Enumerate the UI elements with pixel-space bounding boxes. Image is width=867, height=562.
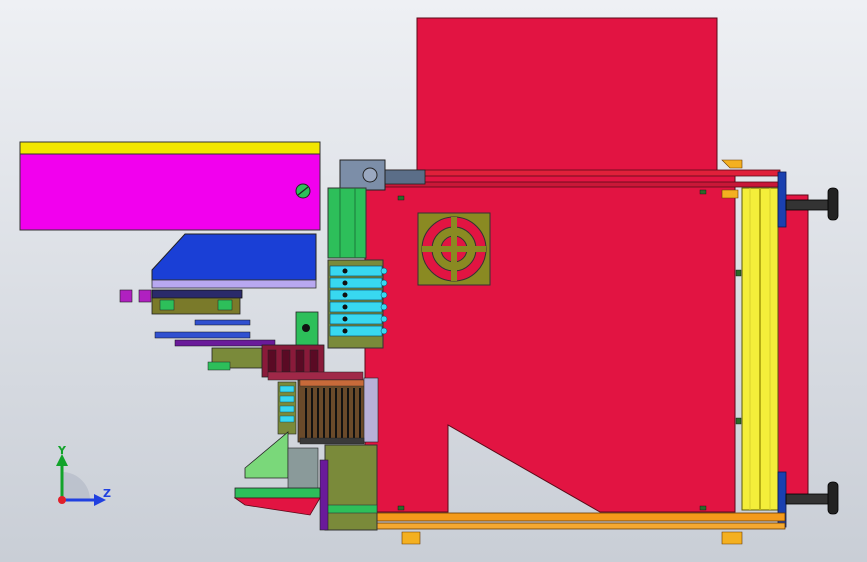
bottom-rail[interactable] <box>364 512 786 522</box>
cylinder-cap-icon <box>362 167 378 183</box>
vertical-column-upper[interactable] <box>327 187 367 259</box>
foot-bracket-top[interactable] <box>777 171 787 228</box>
triad-y-label: Y <box>57 444 67 457</box>
leveling-knob-top[interactable] <box>827 187 839 221</box>
ramp-plate[interactable] <box>151 289 243 299</box>
hopper-lid[interactable] <box>19 141 321 155</box>
coordinate-triad-icon <box>56 454 106 506</box>
fan-icon <box>417 212 491 286</box>
clamp-block-1[interactable] <box>119 289 133 303</box>
leveling-knob-bottom[interactable] <box>827 481 839 515</box>
gripper-assembly[interactable] <box>261 344 364 381</box>
base-wedge[interactable] <box>233 497 321 516</box>
valve-bank[interactable] <box>327 259 388 349</box>
discharge-chute[interactable] <box>244 431 289 479</box>
bracket-bl[interactable] <box>401 531 421 545</box>
bracket-br[interactable] <box>721 531 743 545</box>
top-rail-lower[interactable] <box>364 181 781 188</box>
cad-model-drawing[interactable]: Y Z <box>0 0 867 562</box>
vertical-column-lower[interactable] <box>324 444 378 531</box>
guide-bar-3[interactable] <box>174 339 276 347</box>
sensor-stack[interactable] <box>277 381 297 435</box>
leveling-screw-bottom[interactable] <box>785 493 833 505</box>
air-cylinder-rod[interactable] <box>384 169 426 185</box>
side-panel-right[interactable] <box>777 194 809 496</box>
guide-bar-1[interactable] <box>194 319 251 326</box>
guide-bar-2[interactable] <box>154 331 251 339</box>
cad-viewport[interactable]: Y Z <box>0 0 867 562</box>
comb-cluster[interactable] <box>297 377 379 445</box>
clamp-block-2[interactable] <box>138 289 152 303</box>
triad-z-label: Z <box>103 487 111 500</box>
feed-ramp[interactable] <box>151 233 317 281</box>
ramp-base[interactable] <box>151 279 317 289</box>
bottom-rail-lower[interactable] <box>364 522 786 530</box>
bracket-tl[interactable] <box>721 159 743 169</box>
leveling-screw-top[interactable] <box>785 199 833 211</box>
main-panel-upper[interactable] <box>416 17 718 174</box>
bracket-tr[interactable] <box>721 189 739 199</box>
base-plate[interactable] <box>234 487 321 499</box>
top-rail[interactable] <box>364 169 781 177</box>
hopper-body[interactable] <box>19 153 321 231</box>
